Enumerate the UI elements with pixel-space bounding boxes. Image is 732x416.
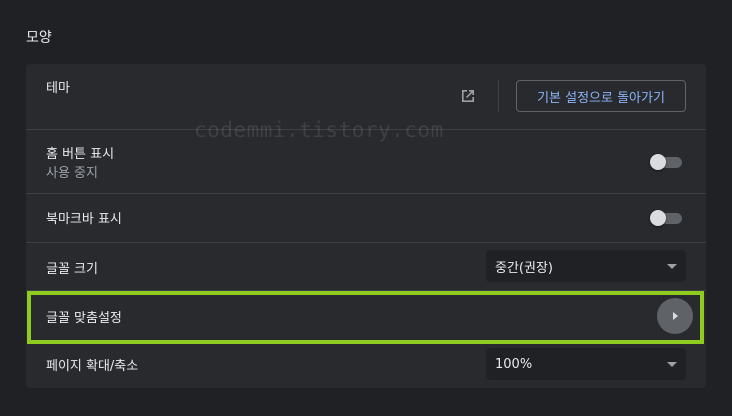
font-size-value: 중간(권장) (495, 260, 553, 276)
font-size-row: 글꼴 크기 중간(권장) (26, 242, 706, 290)
dropdown-arrow-icon (667, 264, 677, 269)
highlight-annotation (27, 291, 704, 344)
home-button-status: 사용 중지 (46, 166, 98, 181)
home-button-label: 홈 버튼 표시 (46, 147, 115, 162)
font-size-label: 글꼴 크기 (46, 262, 98, 277)
font-size-select[interactable]: 중간(권장) (486, 250, 686, 282)
page-zoom-row: 페이지 확대/축소 100% (26, 342, 706, 388)
vertical-divider (498, 80, 499, 112)
watermark: codemmi.tistory.com (194, 118, 444, 142)
home-button-toggle[interactable] (650, 154, 684, 170)
bookmarks-bar-toggle[interactable] (650, 210, 684, 226)
theme-label: 테마 (46, 81, 70, 96)
bookmarks-bar-row[interactable]: 북마크바 표시 (26, 193, 706, 242)
dropdown-arrow-icon (667, 362, 677, 367)
reset-theme-button[interactable]: 기본 설정으로 돌아가기 (516, 80, 686, 112)
page-zoom-select[interactable]: 100% (486, 348, 686, 380)
page-zoom-label: 페이지 확대/축소 (46, 359, 139, 374)
page-zoom-value: 100% (495, 356, 533, 372)
toggle-knob (650, 154, 666, 170)
section-title: 모양 (26, 30, 52, 46)
open-in-new-icon[interactable] (458, 86, 478, 106)
bookmarks-bar-label: 북마크바 표시 (46, 212, 122, 227)
toggle-knob (650, 210, 666, 226)
